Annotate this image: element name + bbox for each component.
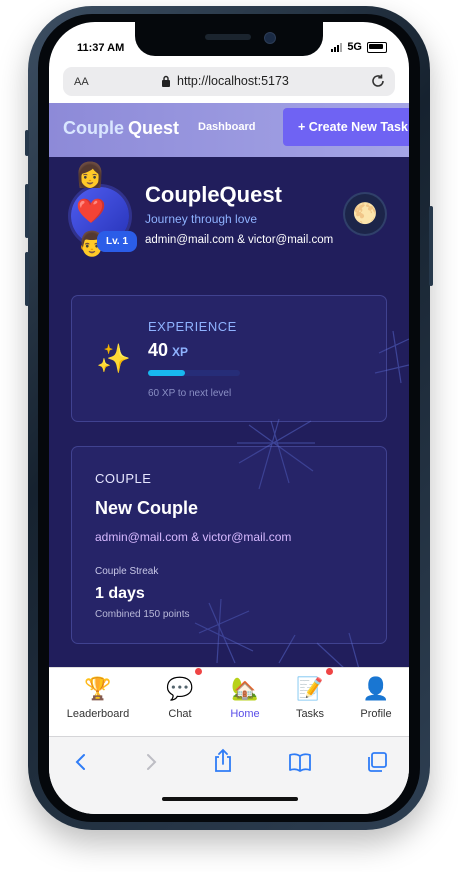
couple-name: New Couple [95, 498, 199, 518]
volume-up-button [25, 184, 29, 238]
dashboard-link[interactable]: Dashboard [198, 121, 255, 133]
reload-icon[interactable] [369, 72, 387, 90]
tasks-notification-badge [326, 668, 333, 675]
experience-label: EXPERIENCE [148, 319, 237, 334]
xp-unit: XP [172, 345, 189, 359]
status-indicators: 5G [331, 41, 387, 53]
browser-toolbar [49, 736, 409, 814]
tab-leaderboard[interactable]: 🏆 Leaderboard [63, 676, 133, 720]
battery-icon [367, 41, 387, 53]
sparkles-icon: ✨ [96, 343, 131, 374]
home-indicator [162, 797, 298, 801]
combined-points: Combined 150 points [95, 609, 190, 620]
couple-label: COUPLE [95, 471, 152, 486]
tab-chat[interactable]: 💬 Chat [153, 676, 207, 720]
bottom-tab-bar: 🏆 Leaderboard 💬 Chat 🏡 Home 📝 Tasks 👤 Pr… [49, 667, 409, 737]
front-camera [264, 32, 276, 44]
tab-label: Chat [168, 708, 192, 720]
forward-icon[interactable] [141, 751, 161, 773]
xp-progress-fill [148, 370, 185, 376]
home-icon: 🏡 [231, 676, 259, 701]
tab-label: Leaderboard [66, 708, 130, 720]
level-badge: Lv. 1 [97, 231, 137, 252]
power-button [429, 206, 433, 286]
tab-label: Profile [360, 708, 392, 720]
memo-icon: 📝 [296, 676, 324, 701]
profile-tagline: Journey through love [145, 212, 258, 226]
notch [135, 22, 323, 56]
streak-value: 1 days [95, 585, 145, 602]
tab-profile[interactable]: 👤 Profile [349, 676, 403, 720]
speaker [205, 34, 251, 40]
network-label: 5G [347, 41, 362, 53]
xp-progress-bar [148, 370, 240, 376]
url-text: http://localhost:5173 [177, 74, 289, 88]
xp-number: 40 [148, 340, 169, 360]
tab-tasks[interactable]: 📝 Tasks [283, 676, 337, 720]
signal-icon [331, 42, 343, 52]
url-display[interactable]: http://localhost:5173 [161, 74, 289, 88]
tab-home[interactable]: 🏡 Home [219, 676, 271, 720]
xp-next-level: 60 XP to next level [148, 388, 232, 399]
volume-down-button [25, 252, 29, 306]
chat-icon: 💬 [166, 676, 194, 701]
tab-label: Tasks [295, 708, 325, 720]
couple-emails: admin@mail.com & victor@mail.com [95, 530, 292, 544]
web-app: Couple Quest Dashboard + Create New Task … [49, 103, 409, 669]
app-header: Couple Quest Dashboard + Create New Task [49, 103, 409, 157]
create-task-button[interactable]: + Create New Task [283, 108, 409, 146]
profile-emails: admin@mail.com & victor@mail.com [145, 234, 334, 246]
profile-header: 👩 ❤️ 👨 Lv. 1 CoupleQuest Journey through… [49, 157, 409, 267]
share-icon[interactable] [212, 748, 234, 774]
chat-notification-badge [195, 668, 202, 675]
profile-title: CoupleQuest [145, 182, 282, 207]
woman-emoji-icon: 👩 [75, 162, 105, 189]
phone-screen: 11:37 AM 5G AA http://localhost:5173 Cou… [49, 22, 409, 814]
streak-label: Couple Streak [95, 566, 159, 577]
heart-icon: ❤️ [76, 198, 106, 225]
bookmarks-icon[interactable] [287, 751, 313, 773]
brand-part2: Quest [128, 118, 180, 138]
theme-toggle-moon-icon[interactable]: 🌕 [345, 194, 385, 234]
profile-icon: 👤 [362, 676, 390, 701]
brand-logo[interactable]: Couple Quest [63, 118, 179, 139]
status-time: 11:37 AM [77, 42, 125, 54]
couple-card: COUPLE New Couple admin@mail.com & victo… [71, 446, 387, 644]
lock-icon [162, 75, 170, 87]
brand-part1: Couple [63, 118, 124, 138]
trophy-icon: 🏆 [84, 676, 112, 701]
address-bar[interactable]: AA http://localhost:5173 [63, 67, 395, 96]
text-size-button[interactable]: AA [74, 76, 89, 88]
tabs-icon[interactable] [365, 751, 389, 773]
experience-card: ✨ EXPERIENCE 40 XP 60 XP to next level [71, 295, 387, 422]
experience-value: 40 XP [148, 340, 188, 361]
tab-label: Home [230, 708, 260, 720]
silent-switch [25, 130, 29, 156]
back-icon[interactable] [71, 751, 91, 773]
